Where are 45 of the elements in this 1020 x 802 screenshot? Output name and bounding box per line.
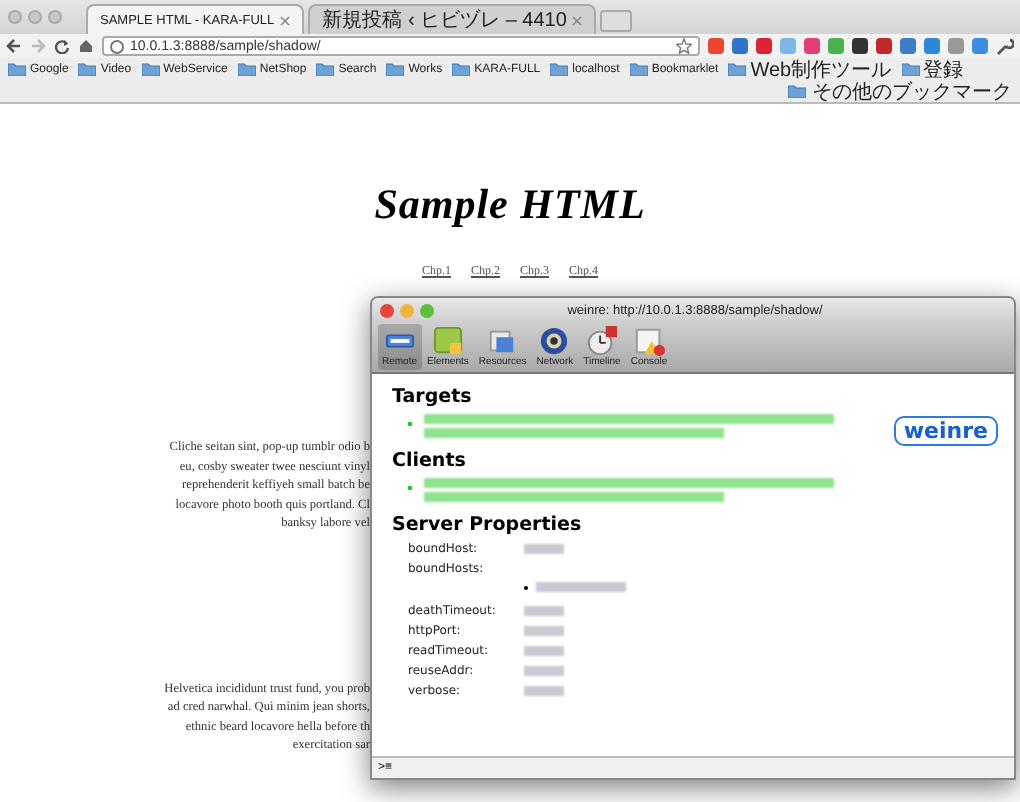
warning-icon xyxy=(633,326,665,356)
clock-icon xyxy=(585,326,618,356)
target-icon xyxy=(538,326,571,356)
wrench-icon[interactable] xyxy=(996,37,1014,55)
close-icon[interactable] xyxy=(280,15,291,25)
redacted-value xyxy=(524,686,564,696)
redacted-value xyxy=(524,646,564,656)
folder-icon xyxy=(550,62,569,76)
redacted-value xyxy=(536,582,626,592)
weinre-logo: weinre xyxy=(893,416,998,446)
folder-icon xyxy=(78,62,97,76)
redacted-value xyxy=(524,544,564,554)
folder-icon xyxy=(901,62,920,76)
browser-tab[interactable]: 新規投稿 ‹ ヒビヅレ – 4410 xyxy=(308,4,597,34)
folder-icon xyxy=(728,62,747,76)
page-title: Sample HTML xyxy=(372,180,648,230)
folder-icon xyxy=(629,62,648,76)
bookmark-item[interactable]: その他のブックマーク xyxy=(788,80,1012,102)
section-heading: Server Properties xyxy=(392,514,584,536)
back-icon[interactable] xyxy=(6,38,22,54)
folder-icon xyxy=(141,62,160,76)
zoom-icon[interactable] xyxy=(420,303,434,317)
section-heading: Targets xyxy=(392,386,474,408)
folder-icon xyxy=(386,62,405,76)
section-heading: Clients xyxy=(392,450,468,472)
reload-icon[interactable] xyxy=(54,38,70,54)
window-icon xyxy=(486,326,519,356)
folder-icon xyxy=(788,84,806,98)
new-tab-button[interactable] xyxy=(600,9,633,31)
folder-icon xyxy=(8,62,26,76)
home-icon[interactable] xyxy=(78,38,94,54)
bookmark-item[interactable]: Web制作ツール xyxy=(728,58,892,80)
folder-icon xyxy=(452,62,471,76)
redacted-value xyxy=(524,606,564,616)
minimize-icon[interactable] xyxy=(400,303,414,317)
close-icon[interactable] xyxy=(572,15,583,25)
star-icon[interactable] xyxy=(676,38,692,54)
forward-icon[interactable] xyxy=(30,38,46,54)
globe-icon xyxy=(110,39,124,53)
redacted-value xyxy=(524,666,564,676)
bookmark-item[interactable]: 登録 xyxy=(901,58,964,80)
close-icon[interactable] xyxy=(380,303,394,317)
folder-icon xyxy=(316,62,335,76)
redacted-value xyxy=(524,626,564,636)
folder-icon xyxy=(237,62,256,76)
